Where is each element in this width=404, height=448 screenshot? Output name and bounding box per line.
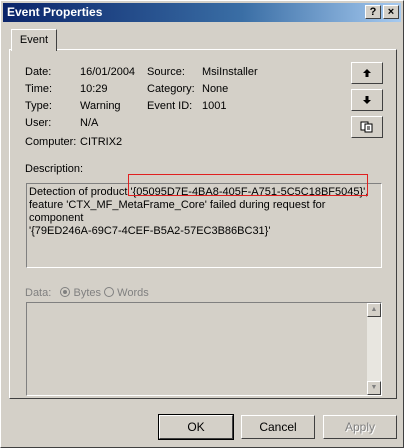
window-title: Event Properties bbox=[7, 5, 103, 19]
help-button[interactable]: ? bbox=[365, 5, 381, 19]
category-label: Category: bbox=[147, 83, 195, 95]
description-line-2: feature 'CTX_MF_MetaFrame_Core' failed d… bbox=[29, 199, 326, 224]
data-scrollbar[interactable]: ▲ ▼ bbox=[367, 303, 381, 395]
highlight-box bbox=[128, 174, 368, 196]
cancel-button[interactable]: Cancel bbox=[241, 415, 315, 439]
tab-event[interactable]: Event bbox=[11, 29, 57, 51]
bytes-radio[interactable] bbox=[60, 287, 71, 297]
source-value: MsiInstaller bbox=[202, 66, 258, 78]
data-label: Data: bbox=[25, 287, 52, 299]
time-label: Time: bbox=[25, 83, 53, 95]
copy-icon bbox=[360, 121, 373, 133]
arrow-down-icon bbox=[363, 96, 371, 104]
apply-button[interactable]: Apply bbox=[323, 415, 397, 439]
event-properties-window: Event Properties ? × Event Date: 16/01/2… bbox=[0, 0, 404, 448]
title-bar[interactable]: Event Properties ? × bbox=[3, 3, 401, 22]
event-id-label: Event ID: bbox=[147, 100, 193, 112]
date-label: Date: bbox=[25, 66, 52, 78]
data-text-box[interactable]: ▲ ▼ bbox=[26, 302, 382, 396]
ok-button[interactable]: OK bbox=[158, 414, 234, 440]
copy-button[interactable] bbox=[351, 116, 383, 138]
source-label: Source: bbox=[147, 66, 185, 78]
scroll-up-icon[interactable]: ▲ bbox=[367, 303, 381, 317]
event-id-value: 1001 bbox=[202, 100, 227, 112]
scroll-down-icon[interactable]: ▼ bbox=[367, 381, 381, 395]
arrow-up-icon bbox=[363, 69, 371, 77]
computer-label: Computer: bbox=[25, 136, 77, 148]
computer-value: CITRIX2 bbox=[80, 136, 123, 148]
user-label: User: bbox=[25, 117, 52, 129]
category-value: None bbox=[202, 83, 229, 95]
close-button[interactable]: × bbox=[383, 5, 399, 19]
description-line-3: '{79ED246A-69C7-4CEF-B5A2-57EC3B86BC31}' bbox=[29, 225, 271, 237]
date-value: 16/01/2004 bbox=[80, 66, 136, 78]
event-tab-panel: Date: 16/01/2004 Time: 10:29 Type: Warni… bbox=[9, 49, 397, 399]
description-label: Description: bbox=[25, 163, 84, 175]
previous-event-button[interactable] bbox=[351, 62, 383, 84]
time-value: 10:29 bbox=[80, 83, 108, 95]
data-format-row: Data: Bytes Words bbox=[25, 287, 149, 299]
words-label: Words bbox=[117, 287, 149, 299]
words-radio[interactable] bbox=[104, 287, 115, 297]
user-value: N/A bbox=[80, 117, 99, 129]
bytes-label: Bytes bbox=[73, 287, 102, 299]
type-label: Type: bbox=[25, 100, 52, 112]
type-value: Warning bbox=[80, 100, 121, 112]
next-event-button[interactable] bbox=[351, 89, 383, 111]
